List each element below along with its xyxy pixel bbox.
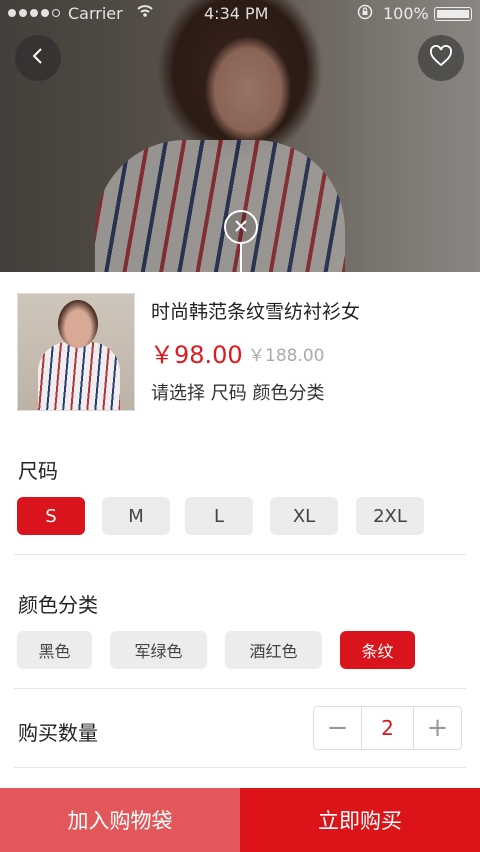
divider [14, 554, 466, 555]
chevron-left-icon [28, 46, 48, 70]
size-option-2xl[interactable]: 2XL [356, 497, 424, 535]
carrier-label: Carrier [68, 4, 123, 23]
increase-quantity-button[interactable]: + [414, 707, 461, 749]
color-section-title: 颜色分类 [18, 593, 98, 617]
product-price: ￥98.00 [150, 341, 243, 369]
close-connector-line [240, 244, 242, 272]
size-option-xl[interactable]: XL [270, 497, 338, 535]
rotation-lock-icon [357, 4, 373, 24]
color-option-wine-red[interactable]: 酒红色 [225, 631, 322, 669]
add-to-bag-button[interactable]: 加入购物袋 [0, 788, 240, 852]
size-section-title: 尺码 [18, 459, 58, 483]
close-sheet-button[interactable] [224, 210, 258, 244]
color-option-stripe[interactable]: 条纹 [340, 631, 415, 669]
favorite-button[interactable] [418, 35, 464, 81]
size-option-s[interactable]: S [17, 497, 85, 535]
battery-percentage: 100% [383, 4, 429, 23]
buy-now-button[interactable]: 立即购买 [240, 788, 480, 852]
status-bar: Carrier 4:34 PM 100% [0, 0, 480, 28]
quantity-title: 购买数量 [18, 721, 98, 745]
battery-icon [434, 7, 472, 21]
quantity-stepper: − 2 + [313, 706, 462, 750]
divider [14, 688, 466, 689]
product-title: 时尚韩范条纹雪纺衬衫女 [151, 301, 361, 323]
clock-time: 4:34 PM [204, 4, 269, 23]
quantity-value[interactable]: 2 [361, 707, 414, 749]
color-option-black[interactable]: 黑色 [17, 631, 92, 669]
size-option-l[interactable]: L [185, 497, 253, 535]
divider [14, 767, 466, 768]
wifi-icon [136, 2, 154, 24]
decrease-quantity-button[interactable]: − [314, 707, 361, 749]
selection-hint: 请选择 尺码 颜色分类 [151, 383, 325, 404]
bottom-action-bar: 加入购物袋 立即购买 [0, 788, 480, 852]
back-button[interactable] [15, 35, 61, 81]
original-price: ￥188.00 [248, 346, 325, 366]
close-icon [234, 218, 248, 237]
color-option-army-green[interactable]: 军绿色 [110, 631, 207, 669]
product-thumbnail [17, 293, 135, 411]
size-option-m[interactable]: M [102, 497, 170, 535]
heart-icon [429, 45, 453, 71]
signal-strength-icon [8, 9, 60, 17]
